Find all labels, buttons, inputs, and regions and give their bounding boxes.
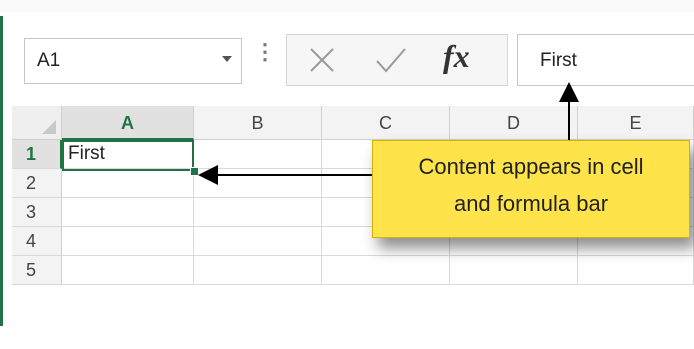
callout-line-1: Content appears in cell [418,154,644,179]
callout-line-2: and formula bar [453,191,609,216]
callout-box: Content appears in cell and formula bar [372,140,690,238]
